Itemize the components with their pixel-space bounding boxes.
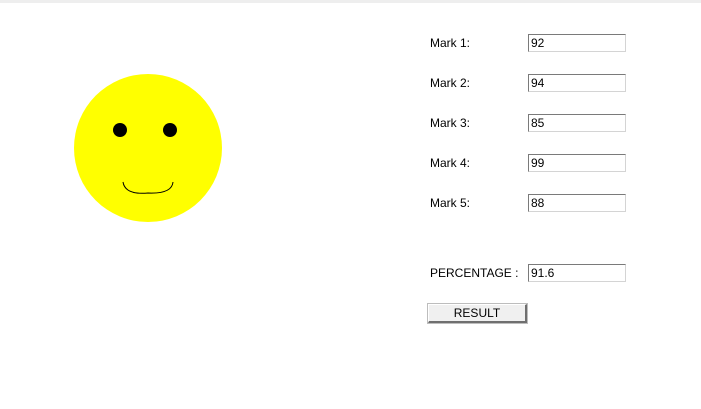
mark-3-label: Mark 3: (430, 116, 471, 130)
percentage-label: PERCENTAGE : (430, 266, 519, 280)
right-eye (163, 123, 177, 137)
mark-1-input[interactable] (528, 34, 626, 52)
mark-4-label: Mark 4: (430, 156, 471, 170)
app-window: Mark 1: Mark 2: Mark 3: Mark 4: Mark 5: … (0, 0, 701, 409)
mark-5-label: Mark 5: (430, 196, 471, 210)
top-border (0, 0, 701, 3)
percentage-output[interactable] (528, 264, 626, 282)
smiley-face (74, 74, 222, 222)
mark-3-input[interactable] (528, 114, 626, 132)
mark-4-input[interactable] (528, 154, 626, 172)
mark-5-input[interactable] (528, 194, 626, 212)
mark-2-input[interactable] (528, 74, 626, 92)
mark-1-label: Mark 1: (430, 36, 471, 50)
result-button[interactable]: RESULT (428, 304, 527, 323)
mark-2-label: Mark 2: (430, 76, 471, 90)
smiley-face-icon (74, 74, 222, 222)
left-eye (113, 123, 127, 137)
